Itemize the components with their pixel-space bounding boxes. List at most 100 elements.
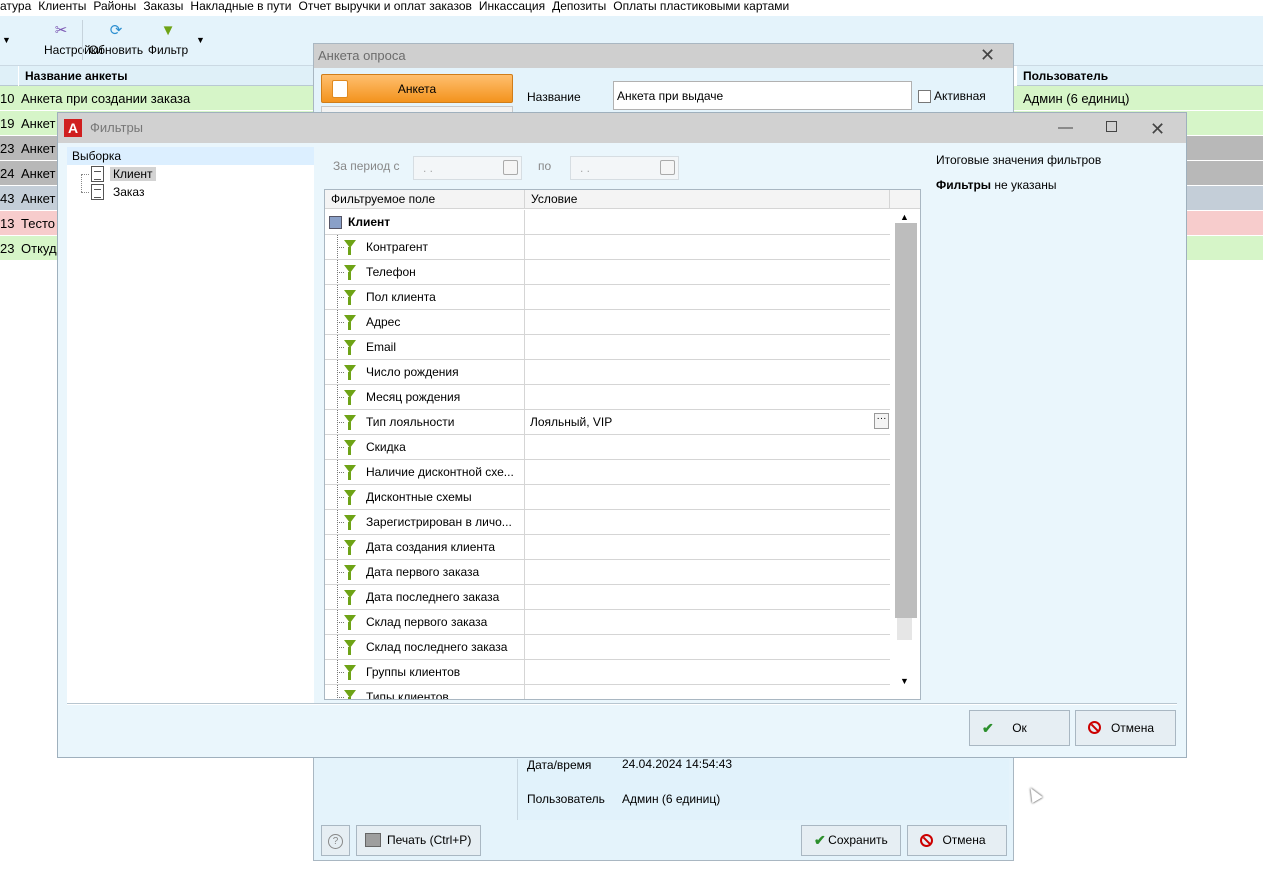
col-header-user[interactable]: Пользователь [1017,66,1263,86]
period-to-input[interactable]: . . [570,156,679,180]
condition-cell[interactable]: Лояльный, VIP ··· [525,410,890,434]
col-header-field[interactable]: Фильтруемое поле [325,190,525,209]
condition-cell[interactable] [525,335,890,359]
filter-button[interactable]: ▼ Фильтр [146,22,190,57]
menu-item[interactable]: Отчет выручки и оплат заказов [299,0,472,16]
save-button[interactable]: ✔ Сохранить [801,825,901,856]
group-row-client[interactable]: Клиент [325,210,890,235]
condition-cell[interactable] [525,385,890,409]
condition-cell[interactable] [525,560,890,584]
scroll-down-icon[interactable]: ▼ [900,676,909,686]
filter-row[interactable]: Телефон [325,260,890,285]
row-id: 19 [0,116,15,131]
filter-row[interactable]: Скидка [325,435,890,460]
help-icon: ? [328,834,343,849]
col-header-condition[interactable]: Условие [525,190,890,209]
cancel-button[interactable]: Отмена [1075,710,1176,746]
summary-title: Итоговые значения фильтров [936,153,1102,167]
menu-item[interactable]: Клиенты [38,0,86,16]
close-icon[interactable]: ✕ [980,45,995,66]
condition-cell[interactable] [525,260,890,284]
filter-row[interactable]: Дата последнего заказа [325,585,890,610]
condition-cell[interactable] [525,585,890,609]
filter-dropdown-icon[interactable]: ▼ [196,35,205,45]
check-icon: ✔ [982,720,994,736]
close-icon[interactable]: ✕ [1150,114,1165,144]
col-header-name[interactable]: Название анкеты [19,66,319,86]
ok-button[interactable]: ✔ Ок [969,710,1070,746]
datetime-label: Дата/время [527,758,592,772]
filter-row[interactable]: Месяц рождения [325,385,890,410]
filter-row[interactable]: Наличие дисконтной схе... [325,460,890,485]
condition-cell[interactable] [525,685,890,699]
tree-header: Выборка [67,147,314,165]
user-value: Админ (6 единиц) [622,792,721,806]
filter-row[interactable]: Адрес [325,310,890,335]
condition-cell[interactable] [525,635,890,659]
print-button[interactable]: Печать (Ctrl+P) [356,825,481,856]
survey-cancel-button[interactable]: Отмена [907,825,1007,856]
condition-value: Лояльный, VIP [530,415,613,429]
menu-item[interactable]: Инкассация [479,0,545,16]
menu-item[interactable]: Районы [93,0,136,16]
field-label: Месяц рождения [366,390,461,404]
filter-row[interactable]: Число рождения [325,360,890,385]
filter-funnel-icon [344,265,356,280]
refresh-button[interactable]: ⟳ Обновить [88,22,144,57]
ellipsis-button[interactable]: ··· [874,413,889,429]
filter-row[interactable]: Склад последнего заказа [325,635,890,660]
active-checkbox[interactable] [918,90,931,103]
tree-item-order[interactable]: Заказ [89,184,147,201]
menu-item[interactable]: Депозиты [552,0,606,16]
filter-row[interactable]: Дисконтные схемы [325,485,890,510]
help-button[interactable]: ? [321,825,350,856]
menu-item[interactable]: Оплаты пластиковыми картами [613,0,789,16]
menu-item[interactable]: Накладные в пути [190,0,291,16]
name-input[interactable] [613,81,912,110]
filter-row[interactable]: Склад первого заказа [325,610,890,635]
scroll-up-icon[interactable]: ▲ [900,212,909,222]
main-menubar: атура Клиенты Районы Заказы Накладные в пути… [0,0,1263,16]
field-label: Пол клиента [366,290,436,304]
condition-cell[interactable] [525,235,890,259]
menu-item[interactable]: атура [0,0,31,16]
filters-dialog: A Фильтры — ✕ Выборка Клиент Заказ За пе… [57,112,1187,758]
filter-row[interactable]: Контрагент [325,235,890,260]
filter-row[interactable]: Зарегистрирован в личо... [325,510,890,535]
condition-cell[interactable] [525,485,890,509]
filter-row[interactable]: Типы клиентов [325,685,890,699]
condition-cell[interactable] [525,460,890,484]
row-id: 43 [0,191,15,206]
print-label: Печать (Ctrl+P) [387,833,472,847]
toolbar-dropdown-left-icon[interactable]: ▼ [2,35,11,45]
vertical-scrollbar[interactable]: ▲ ▼ [892,210,920,699]
scrollbar-thumb[interactable] [895,223,917,618]
condition-cell[interactable] [525,310,890,334]
settings-button[interactable]: ✂ Настройки [44,22,103,57]
filter-row[interactable]: Дата создания клиента [325,535,890,560]
filter-row[interactable]: Тип лояльности Лояльный, VIP ··· [325,410,890,435]
condition-cell[interactable] [525,535,890,559]
filter-row[interactable]: Группы клиентов [325,660,890,685]
condition-cell[interactable] [525,510,890,534]
filter-row[interactable]: Пол клиента [325,285,890,310]
calendar-icon[interactable] [503,160,518,175]
row-name: Тесто [21,216,55,231]
refresh-icon: ⟳ [109,22,123,39]
field-label: Дисконтные схемы [366,490,472,504]
condition-cell[interactable] [525,610,890,634]
period-from-input[interactable]: . . [413,156,522,180]
menu-item[interactable]: Заказы [143,0,183,16]
condition-cell[interactable] [525,660,890,684]
tree-item-client[interactable]: Клиент [89,166,156,183]
condition-cell[interactable] [525,435,890,459]
calendar-icon[interactable] [660,160,675,175]
condition-cell[interactable] [525,285,890,309]
condition-cell[interactable] [525,360,890,384]
filter-funnel-icon [344,640,356,655]
maximize-icon[interactable] [1106,121,1117,132]
filter-row[interactable]: Email [325,335,890,360]
filter-row[interactable]: Дата первого заказа [325,560,890,585]
minimize-icon[interactable]: — [1058,113,1073,143]
tab-survey[interactable]: Анкета [321,74,513,103]
